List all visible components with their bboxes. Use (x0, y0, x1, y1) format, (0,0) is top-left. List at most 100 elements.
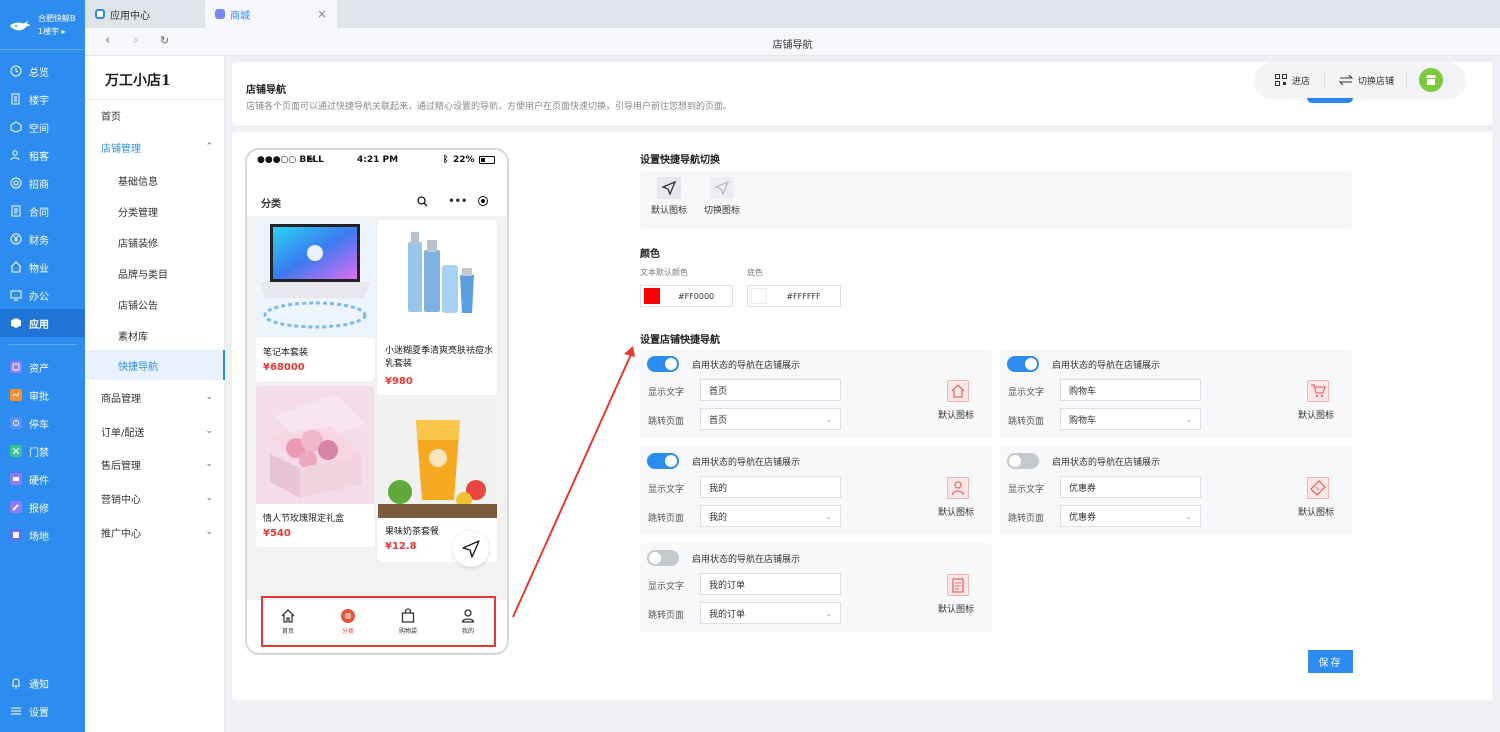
app-item-repair[interactable]: 报修 (0, 493, 85, 521)
app-item-access[interactable]: 门禁 (0, 437, 85, 465)
jump-page-select[interactable]: 首页 ⌄ (700, 408, 841, 430)
document-icon (10, 205, 22, 217)
switch-store-button[interactable]: 切换店铺 (1339, 74, 1394, 87)
menu-quick-nav[interactable]: 快捷导航 (85, 350, 225, 380)
nav-item-tenant[interactable]: 租客 (0, 141, 85, 169)
nav-item-contract[interactable]: 合同 (0, 197, 85, 225)
nav-label: 物业 (29, 263, 49, 275)
section-description: 店铺各个页面可以通过快捷导航关联起来，通过精心设置的导航，方便用户在页面快速切换… (246, 102, 733, 112)
enter-store-button[interactable]: 进店 (1275, 74, 1310, 87)
chevron-down-icon: ⌄ (205, 426, 213, 436)
app-item-parking[interactable]: 停车 (0, 409, 85, 437)
menu-home[interactable]: 首页 (85, 100, 225, 130)
home-icon[interactable] (947, 380, 969, 402)
jump-page-select[interactable]: 我的 ⌄ (700, 505, 841, 527)
close-icon[interactable]: × (317, 7, 327, 21)
order-icon[interactable] (947, 574, 969, 596)
nav-item-investment[interactable]: 招商 (0, 169, 85, 197)
menu-store-management[interactable]: 店铺管理 ⌃ (85, 132, 225, 162)
enable-toggle[interactable] (1007, 453, 1039, 469)
app-item-venue[interactable]: 场地 (0, 521, 85, 549)
text-color-picker[interactable]: #FF0000 (640, 285, 733, 307)
product-price: ¥980 (385, 376, 413, 387)
app-item-hardware[interactable]: 硬件 (0, 465, 85, 493)
menu-goods[interactable]: 商品管理 ⌄ (85, 382, 225, 412)
jump-page-select[interactable]: 购物车 ⌄ (1060, 408, 1201, 430)
carrier: ●●●○○ BELL (257, 155, 324, 165)
app-item-approval[interactable]: 审批 (0, 381, 85, 409)
display-text-input[interactable]: 首页 (700, 379, 841, 401)
enable-toggle[interactable] (647, 453, 679, 469)
nav-item-overview[interactable]: 总览 (0, 57, 85, 85)
nav-item-office[interactable]: 办公 (0, 281, 85, 309)
display-text-input[interactable]: 优惠券 (1060, 476, 1201, 498)
menu-basic-info[interactable]: 基础信息 (85, 165, 225, 195)
search-icon[interactable] (417, 196, 428, 207)
enable-toggle[interactable] (647, 550, 679, 566)
nav-label: 空间 (29, 123, 49, 135)
menu-category[interactable]: 分类管理 (85, 196, 225, 226)
toggle-label: 启用状态的导航在店铺展示 (692, 555, 801, 565)
product-name: 笔记本套装 (263, 348, 309, 358)
nav-item-space[interactable]: 空间 (0, 113, 85, 141)
switch-icon-option[interactable]: 切换图标 (702, 177, 742, 216)
divider (1324, 72, 1326, 88)
display-text-input[interactable]: 购物车 (1060, 379, 1201, 401)
menu-notice[interactable]: 店铺公告 (85, 289, 225, 319)
cart-icon[interactable] (1307, 380, 1329, 402)
chevron-down-icon: ⌄ (205, 527, 213, 537)
display-text-input[interactable]: 我的 (700, 476, 841, 498)
menu-orders[interactable]: 订单/配送 ⌄ (85, 416, 225, 446)
menu-decoration[interactable]: 店铺装修 (85, 227, 225, 257)
quick-nav-button[interactable] (453, 531, 489, 567)
bg-color-picker[interactable]: #FFFFFF (747, 285, 841, 307)
coupon-icon[interactable] (1307, 477, 1329, 499)
gift-box-image (256, 386, 374, 504)
close-circle-icon[interactable] (477, 196, 488, 206)
nav-item-apps[interactable]: 应用 (0, 309, 85, 337)
menu-marketing[interactable]: 营销中心 ⌄ (85, 483, 225, 513)
menu-promotion[interactable]: 推广中心 ⌄ (85, 517, 225, 547)
nav-item-finance[interactable]: 财务 (0, 225, 85, 253)
store-avatar[interactable] (1419, 68, 1444, 92)
more-icon[interactable]: ••• (448, 196, 467, 207)
app-item-assets[interactable]: 资产 (0, 353, 85, 381)
clock-icon (10, 65, 22, 77)
product-card[interactable]: 小迷糊夏季清爽亮肤祛痘水乳套装 ¥980 (378, 220, 497, 395)
product-card[interactable]: 情人节玫瑰限定礼盒 ¥540 (256, 386, 374, 547)
jump-page-select[interactable]: 我的订单 ⌄ (700, 602, 841, 624)
app-center-icon (95, 9, 105, 19)
option-label: 默认图标 (650, 206, 687, 216)
nav-item-notify[interactable]: 通知 (0, 669, 85, 697)
menu-brand[interactable]: 品牌与类目 (85, 258, 225, 288)
enable-toggle[interactable] (1007, 356, 1039, 372)
browser-nav-bar: ‹ › ↻ 店铺导航 (85, 28, 1500, 56)
jump-page-select[interactable]: 优惠券 ⌄ (1060, 505, 1201, 527)
battery-icon (479, 156, 495, 164)
display-text-input[interactable]: 我的订单 (700, 573, 841, 595)
users-icon (10, 149, 22, 161)
tab-mall[interactable]: 商城 × (205, 0, 337, 28)
nav-label: 财务 (29, 235, 49, 247)
nav-item-building[interactable]: 楼宇 (0, 85, 85, 113)
user-icon[interactable] (947, 477, 969, 499)
tab-app-center[interactable]: 应用中心 (85, 0, 150, 28)
default-icon-label: 默认图标 (1298, 508, 1335, 518)
save-button[interactable]: 保存 (1308, 650, 1353, 673)
app-label: 报修 (29, 503, 49, 515)
product-card[interactable]: 笔记本套装 ¥68000 (256, 220, 374, 381)
nav-label: 应用 (29, 319, 49, 331)
highlight-box (261, 596, 496, 647)
nav-item-property[interactable]: 物业 (0, 253, 85, 281)
enable-toggle[interactable] (647, 356, 679, 372)
brand[interactable]: 合肥快鲸B 1楼宇 ▸ (0, 0, 85, 50)
menu-icon (10, 705, 22, 717)
default-icon-option[interactable]: 默认图标 (649, 177, 689, 216)
menu-materials[interactable]: 素材库 (85, 320, 225, 350)
chevron-down-icon: ⌄ (205, 493, 213, 503)
toggle-label: 启用状态的导航在店铺展示 (692, 361, 801, 371)
menu-aftersale[interactable]: 售后管理 ⌄ (85, 449, 225, 479)
nav-item-settings[interactable]: 设置 (0, 697, 85, 725)
nav-label: 租客 (29, 151, 49, 163)
default-icon-label: 默认图标 (1298, 411, 1335, 421)
